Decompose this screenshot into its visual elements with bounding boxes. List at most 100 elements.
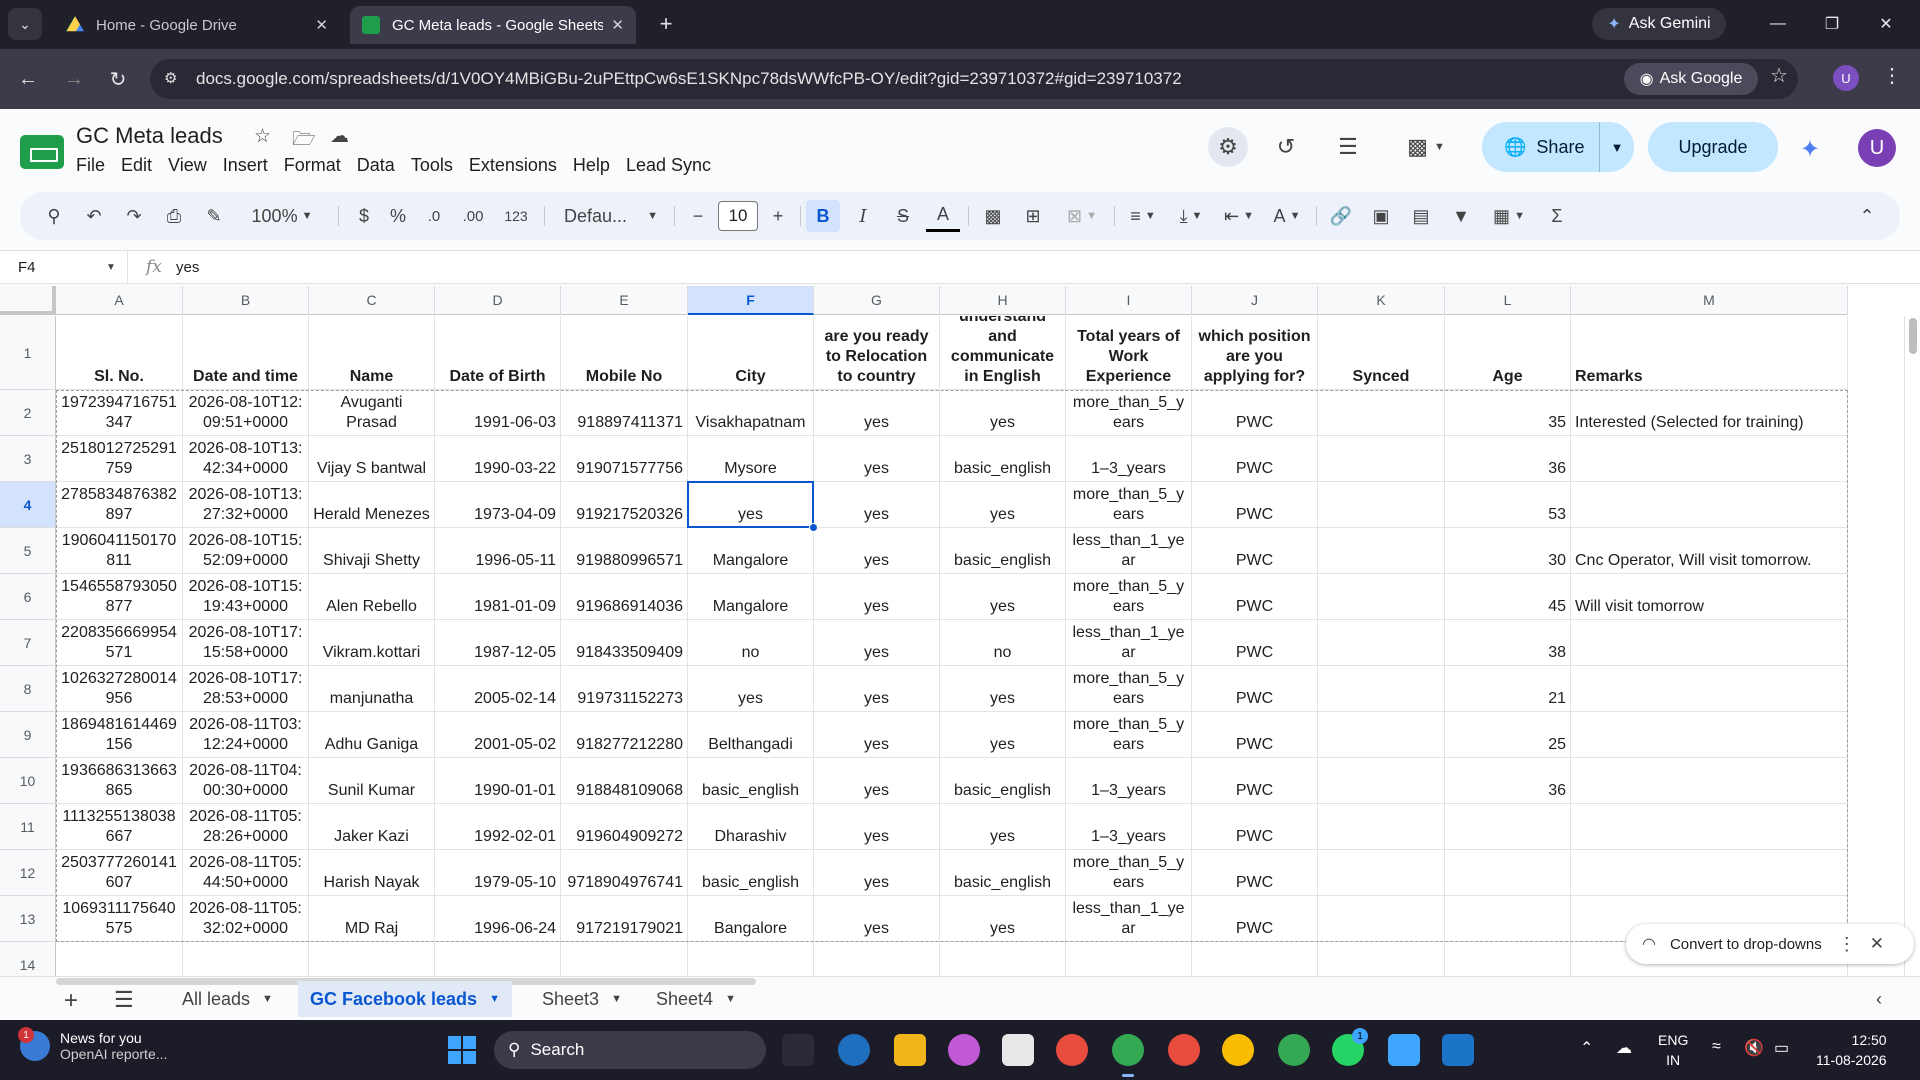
table-cell[interactable]: 1990-01-01 [435,758,561,804]
table-view-icon[interactable]: ▦ ▼ [1484,200,1534,232]
spreadsheet-grid[interactable]: ABCDEFGHIJKLM 1 2 3 4 5 6 7 8 9 10 11 12 13 14 Sl. No… [0,286,1920,976]
table-cell[interactable]: 1972394716751347 [56,390,183,436]
file-explorer-icon[interactable] [894,1034,926,1066]
table-cell[interactable]: PWC [1192,666,1318,712]
table-cell[interactable]: 1981-01-09 [435,574,561,620]
table-cell[interactable]: 35 [1445,390,1571,436]
table-cell[interactable]: basic_english [940,528,1066,574]
close-icon[interactable]: ✕ [1870,934,1884,954]
table-cell[interactable] [1318,620,1445,666]
increase-decimal-button[interactable]: .00 [454,200,492,232]
side-panel-toggle-icon[interactable]: ‹ [1876,989,1882,1010]
table-cell[interactable] [1571,620,1848,666]
table-cell[interactable] [1445,942,1571,976]
photos-icon[interactable] [1442,1034,1474,1066]
table-cell[interactable]: 53 [1445,482,1571,528]
row-header-11[interactable]: 11 [0,804,56,850]
table-cell[interactable]: yes [688,666,814,712]
table-cell[interactable]: 2785834876382897 [56,482,183,528]
table-cell[interactable]: yes [814,758,940,804]
notepad-icon[interactable] [1388,1034,1420,1066]
fill-handle[interactable] [809,523,818,532]
table-cell[interactable] [1318,896,1445,942]
table-cell[interactable]: more_than_5_years [1066,850,1192,896]
font-family-select[interactable]: Defau... ▼ [556,200,666,232]
table-cell[interactable]: PWC [1192,758,1318,804]
table-cell[interactable]: yes [688,482,814,528]
table-cell[interactable]: 2026-08-10T17:28:53+0000 [183,666,309,712]
table-cell[interactable]: yes [814,528,940,574]
table-cell[interactable]: 917219179021 [561,896,688,942]
table-cell[interactable]: 1026327280014956 [56,666,183,712]
table-cell[interactable]: PWC [1192,896,1318,942]
table-cell[interactable]: Visakhapatnam [688,390,814,436]
text-color-icon[interactable]: A [926,200,960,232]
table-cell[interactable]: 2518012725291759 [56,436,183,482]
header-cell[interactable]: Mobile No [561,316,688,390]
undo-icon[interactable]: ↶ [78,200,110,232]
sheets-logo-icon[interactable] [20,135,64,169]
menu-file[interactable]: File [76,155,105,176]
table-cell[interactable]: 45 [1445,574,1571,620]
sheet-tab-sheet4[interactable]: Sheet4 ▼ [644,981,748,1017]
chrome-icon[interactable] [1056,1034,1088,1066]
table-cell[interactable] [1571,804,1848,850]
header-cell[interactable]: Synced [1318,316,1445,390]
table-cell[interactable] [1318,758,1445,804]
table-cell[interactable]: yes [814,666,940,712]
table-cell[interactable]: 2503777260141607 [56,850,183,896]
number-format-button[interactable]: 123 [496,200,536,232]
column-header-f[interactable]: F [688,286,814,315]
table-cell[interactable] [1318,942,1445,976]
merge-cells-icon[interactable]: ⊠ ▼ [1056,200,1108,232]
close-tab-icon[interactable]: ✕ [315,16,328,34]
table-cell[interactable]: Mangalore [688,574,814,620]
table-cell[interactable]: 1990-03-22 [435,436,561,482]
table-cell[interactable] [1318,390,1445,436]
row-header-8[interactable]: 8 [0,666,56,712]
bookmark-star-icon[interactable]: ☆ [1770,63,1788,88]
comments-icon[interactable]: ☰ [1328,127,1368,167]
taskbar-search[interactable]: ⚲ Search [494,1031,766,1069]
table-cell[interactable] [1318,712,1445,758]
table-cell[interactable]: no [688,620,814,666]
table-cell[interactable]: less_than_1_year [1066,528,1192,574]
menu-tools[interactable]: Tools [411,155,453,176]
table-cell[interactable]: 918277212280 [561,712,688,758]
table-cell[interactable]: 2026-08-11T05:32:02+0000 [183,896,309,942]
table-cell[interactable]: 919880996571 [561,528,688,574]
table-cell[interactable]: PWC [1192,850,1318,896]
volume-muted-icon[interactable]: 🔇 [1744,1038,1764,1058]
table-cell[interactable] [435,942,561,976]
table-cell[interactable]: 36 [1445,436,1571,482]
table-cell[interactable]: PWC [1192,390,1318,436]
table-cell[interactable]: yes [940,482,1066,528]
wifi-icon[interactable]: ≈ [1712,1038,1721,1056]
table-cell[interactable]: 1113255138038667 [56,804,183,850]
header-cell[interactable]: which position are you applying for? [1192,316,1318,390]
close-tab-icon[interactable]: ✕ [611,16,624,34]
paint-format-icon[interactable]: ✎ [198,200,230,232]
restore-icon[interactable]: ❐ [1812,10,1852,38]
table-cell[interactable]: yes [814,804,940,850]
column-header-k[interactable]: K [1318,286,1445,315]
table-cell[interactable]: 2026-08-10T17:15:58+0000 [183,620,309,666]
table-cell[interactable]: 1973-04-09 [435,482,561,528]
move-folder-icon[interactable]: 🗁 [292,125,316,157]
table-cell[interactable] [1318,436,1445,482]
print-icon[interactable]: ⎙ [158,200,190,232]
site-info-icon[interactable]: ⚙ [164,69,184,89]
table-cell[interactable]: PWC [1192,804,1318,850]
column-header-l[interactable]: L [1445,286,1571,315]
ask-google-button[interactable]: ◉ Ask Google [1624,63,1758,95]
sheet-tab-gc-facebook-leads[interactable]: GC Facebook leads ▼ [298,981,512,1017]
table-cell[interactable]: yes [940,804,1066,850]
browser-profile-avatar[interactable]: U [1833,65,1859,91]
table-cell[interactable] [1571,666,1848,712]
table-cell[interactable]: yes [940,896,1066,942]
table-cell[interactable]: 1546558793050877 [56,574,183,620]
table-cell[interactable]: Belthangadi [688,712,814,758]
table-cell[interactable]: 2026-08-10T15:19:43+0000 [183,574,309,620]
row-header-7[interactable]: 7 [0,620,56,666]
table-cell[interactable]: yes [940,390,1066,436]
